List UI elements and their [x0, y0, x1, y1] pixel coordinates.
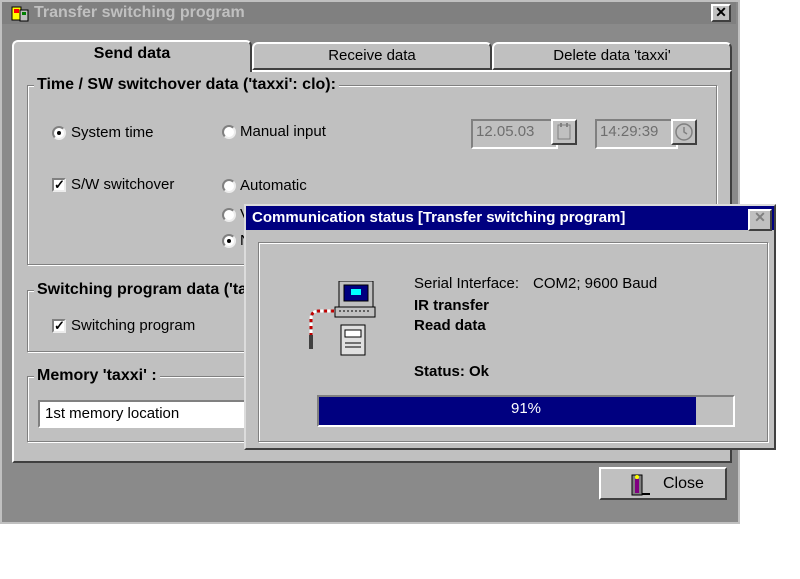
system-time-radio[interactable]: [52, 126, 66, 140]
memory-group-label: Memory 'taxxi' :: [34, 367, 160, 385]
app-icon: [11, 6, 29, 22]
switching-program-label: Switching program: [71, 317, 196, 334]
dialog-content-frame: Serial Interface: COM2; 9600 Baud IR tra…: [258, 242, 768, 442]
calendar-button[interactable]: [551, 119, 577, 145]
close-button[interactable]: Close: [599, 467, 727, 500]
time-field[interactable]: 14:29:39: [595, 119, 678, 149]
calendar-icon: [557, 123, 571, 140]
progress-bar: 91%: [317, 395, 735, 427]
option-v-radio[interactable]: [222, 208, 236, 222]
computer-transfer-icon: [309, 281, 376, 356]
close-icon: ✕: [715, 4, 727, 20]
sw-switchover-label: S/W switchover: [71, 176, 175, 193]
date-value: 12.05.03: [476, 123, 535, 140]
progress-percent-label: 91%: [510, 400, 542, 417]
dialog-close-x-button[interactable]: ✕: [748, 209, 772, 231]
time-value: 14:29:39: [600, 123, 659, 140]
main-window-title: Transfer switching program: [34, 4, 245, 21]
main-close-x-button[interactable]: ✕: [711, 4, 731, 22]
tab-send-data-label: Send data: [93, 45, 171, 62]
serial-interface-value: COM2; 9600 Baud: [533, 275, 658, 292]
automatic-radio[interactable]: [222, 179, 236, 193]
main-title-bar[interactable]: Transfer switching program: [2, 2, 736, 24]
operation-text: Read data: [414, 317, 486, 334]
option-n-radio[interactable]: [222, 234, 236, 248]
time-group-label: Time / SW switchover data ('taxxi': clo)…: [34, 76, 339, 94]
system-time-label: System time: [71, 124, 154, 141]
dialog-title-bar[interactable]: Communication status [Transfer switching…: [246, 206, 774, 231]
communication-status-dialog: Communication status [Transfer switching…: [244, 204, 776, 450]
status-text: Status: Ok: [414, 363, 490, 380]
serial-interface-label: Serial Interface:: [414, 275, 520, 292]
memory-select-value: 1st memory location: [45, 405, 180, 422]
tab-receive-data-label: Receive data: [328, 47, 416, 64]
clock-icon: [675, 123, 693, 141]
automatic-label: Automatic: [240, 177, 307, 194]
tab-send-data[interactable]: Send data: [12, 40, 252, 72]
manual-input-radio[interactable]: [222, 125, 236, 139]
dialog-title: Communication status [Transfer switching…: [252, 209, 626, 226]
exit-door-icon: [631, 474, 650, 496]
tab-receive-data[interactable]: Receive data: [252, 42, 492, 70]
tab-delete-data-label: Delete data 'taxxi': [553, 47, 671, 64]
tab-delete-data[interactable]: Delete data 'taxxi': [492, 42, 732, 70]
switching-program-checkbox[interactable]: ✓: [52, 319, 66, 333]
close-button-label: Close: [663, 475, 704, 492]
switching-group-label: Switching program data ('ta: [34, 281, 251, 299]
transfer-mode-text: IR transfer: [414, 297, 490, 314]
manual-input-label: Manual input: [240, 123, 326, 140]
date-field[interactable]: 12.05.03: [471, 119, 558, 149]
sw-switchover-checkbox[interactable]: ✓: [52, 178, 66, 192]
clock-button[interactable]: [671, 119, 697, 145]
close-icon: ✕: [754, 209, 766, 225]
